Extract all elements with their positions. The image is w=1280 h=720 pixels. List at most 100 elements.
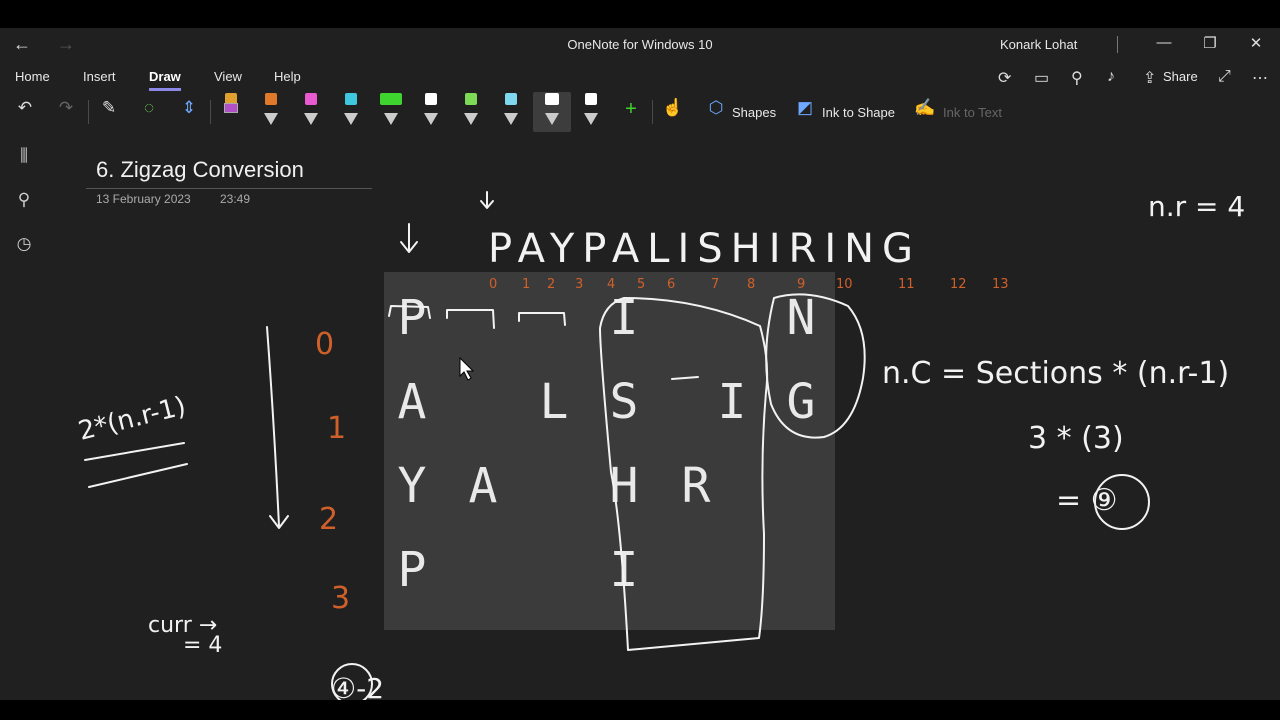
ink-formula-right: n.C = Sections * (n.r-1) — [882, 356, 1229, 391]
draw-toolbar: ↶ ↷ ✎ ◌ ⇕ + ☝ ⬡ Shapes ◩ Ink to Shape ✍ … — [0, 92, 1280, 132]
user-name[interactable]: Konark Lohat — [1000, 37, 1077, 52]
page-title[interactable]: 6. Zigzag Conversion — [96, 157, 304, 183]
svg-text:1: 1 — [327, 411, 346, 446]
ink-circle-4 — [331, 663, 373, 700]
grid-cell: P — [397, 290, 427, 346]
toolbar-divider — [210, 100, 211, 124]
ink-to-text-button[interactable]: Ink to Text — [943, 105, 1002, 120]
svg-text:0: 0 — [315, 327, 334, 362]
share-button[interactable]: Share — [1163, 69, 1198, 84]
svg-text:12: 12 — [950, 277, 967, 292]
ink-num-rows: n.r = 4 — [1148, 190, 1245, 223]
ink-curr-note: curr → — [148, 613, 217, 638]
page-view-icon[interactable]: ▭ — [1034, 68, 1049, 88]
highlighter-green[interactable] — [380, 93, 402, 127]
grid-cell: A — [397, 374, 427, 430]
ink-underline — [88, 463, 188, 488]
grid-cell: I — [609, 542, 639, 598]
title-divider — [1117, 36, 1118, 53]
type-text-icon[interactable]: ✎ — [96, 98, 122, 118]
svg-text:13: 13 — [992, 277, 1009, 292]
svg-text:3: 3 — [331, 581, 350, 616]
pen-white-2[interactable] — [582, 93, 600, 127]
tab-help[interactable]: Help — [274, 69, 301, 84]
add-space-icon[interactable]: ⇕ — [176, 98, 202, 118]
pen-light-blue[interactable] — [502, 93, 520, 127]
page-time: 23:49 — [220, 192, 251, 206]
shapes-button[interactable]: Shapes — [732, 105, 776, 120]
grid-cell: A — [468, 458, 498, 514]
pen-purple[interactable] — [222, 93, 240, 127]
pen-white-selected[interactable] — [543, 93, 561, 127]
grid-cell: R — [681, 458, 711, 514]
toolbar-divider — [88, 100, 89, 124]
redo-icon[interactable]: ↷ — [53, 98, 79, 118]
ink-calc-1: 3 * (3) — [1028, 421, 1124, 456]
tab-draw[interactable]: Draw — [149, 69, 181, 84]
left-nav-rail: ⫼ ⚲ ◷ — [0, 132, 48, 700]
grid-cell: H — [609, 458, 639, 514]
ink-down-arrow — [480, 191, 494, 209]
sync-icon[interactable]: ⟳ — [998, 68, 1011, 88]
grid-cell: I — [717, 374, 747, 430]
grid-cell: S — [609, 374, 639, 430]
page-date: 13 February 2023 — [96, 192, 191, 206]
ink-formula-left: 2*(n.r-1) — [75, 391, 189, 447]
zigzag-grid-image: P I N A L S I G Y A H R P I — [384, 272, 835, 630]
grid-cell: G — [786, 374, 816, 430]
title-bar: ← → OneNote for Windows 10 Konark Lohat … — [0, 28, 1280, 62]
svg-text:2: 2 — [319, 502, 338, 537]
grid-cell: L — [539, 374, 569, 430]
toolbar-divider — [652, 100, 653, 124]
ink-curr-value: = 4 — [183, 633, 222, 658]
ink-input-string: PAYPALISHIRING — [488, 226, 921, 272]
notebooks-icon[interactable]: ⫼ — [12, 146, 36, 166]
search-icon[interactable]: ⚲ — [12, 190, 36, 210]
top-letterbox — [0, 0, 1280, 28]
page-canvas[interactable]: 6. Zigzag Conversion 13 February 2023 23… — [48, 132, 1280, 700]
pen-light-green[interactable] — [462, 93, 480, 127]
svg-text:11: 11 — [898, 277, 915, 292]
minimize-icon[interactable]: — — [1154, 34, 1174, 51]
pen-orange[interactable] — [262, 93, 280, 127]
grid-cell: I — [609, 290, 639, 346]
onenote-window: ← → OneNote for Windows 10 Konark Lohat … — [0, 28, 1280, 700]
ink-bottom-note: ④-2 — [331, 672, 384, 700]
pen-pink[interactable] — [302, 93, 320, 127]
ink-to-text-icon[interactable]: ✍ — [912, 98, 938, 118]
lasso-select-icon[interactable]: ◌ — [136, 98, 162, 118]
lightbulb-icon[interactable]: ⚲ — [1071, 68, 1083, 88]
pen-cyan[interactable] — [342, 93, 360, 127]
bottom-letterbox — [0, 700, 1280, 720]
recent-clock-icon[interactable]: ◷ — [12, 234, 36, 254]
tab-insert[interactable]: Insert — [83, 69, 116, 84]
ink-to-shape-icon[interactable]: ◩ — [792, 98, 818, 118]
add-pen-icon[interactable]: + — [618, 98, 644, 121]
touch-draw-icon[interactable]: ☝ — [660, 98, 686, 118]
svg-text:10: 10 — [836, 277, 853, 292]
active-tab-indicator — [149, 88, 181, 91]
grid-cell: N — [786, 290, 816, 346]
ink-long-down-arrow — [266, 326, 289, 529]
ink-row-labels: 0 1 2 3 — [315, 327, 350, 616]
ink-calc-2: = ⑨ — [1056, 483, 1118, 518]
tab-view[interactable]: View — [214, 69, 242, 84]
shapes-icon[interactable]: ⬡ — [703, 98, 729, 118]
fullscreen-icon[interactable]: ⤢ — [1218, 68, 1231, 86]
pen-white[interactable] — [422, 93, 440, 127]
grid-cell: Y — [397, 458, 427, 514]
tab-home[interactable]: Home — [15, 69, 50, 84]
grid-cell: P — [397, 542, 427, 598]
title-underline — [86, 188, 372, 189]
ink-circle-9 — [1094, 474, 1150, 530]
ink-underline — [84, 442, 185, 461]
restore-icon[interactable]: ❐ — [1200, 34, 1220, 52]
ink-down-arrow — [400, 223, 418, 253]
more-options-icon[interactable]: ⋯ — [1252, 68, 1268, 88]
close-icon[interactable]: ✕ — [1246, 34, 1266, 52]
bell-icon[interactable]: ♪ — [1107, 68, 1115, 86]
ink-to-shape-button[interactable]: Ink to Shape — [822, 105, 895, 120]
share-icon[interactable]: ⇪ — [1143, 68, 1156, 88]
app-title: OneNote for Windows 10 — [567, 37, 713, 52]
undo-icon[interactable]: ↶ — [12, 98, 38, 118]
